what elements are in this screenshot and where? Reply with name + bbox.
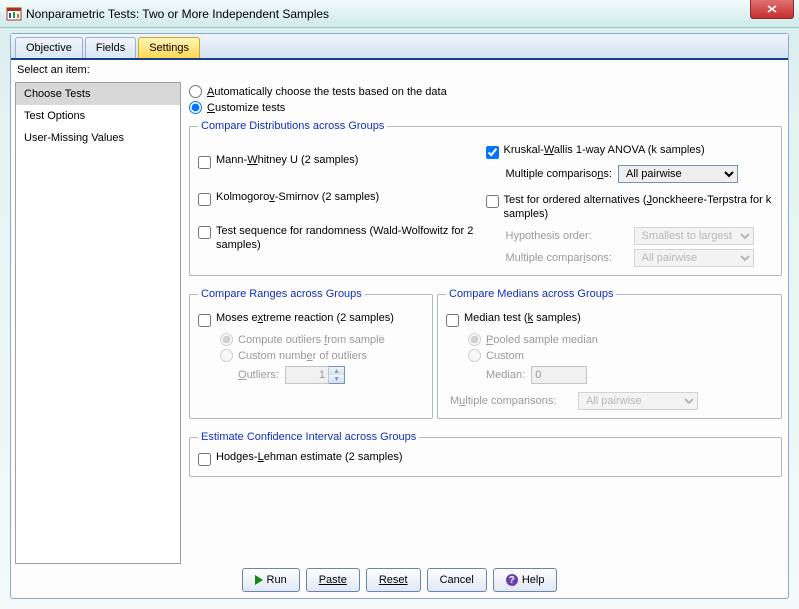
close-icon bbox=[767, 5, 777, 13]
run-button[interactable]: Run bbox=[242, 568, 300, 592]
kw-mcomp-label: Multiple comparisons: bbox=[506, 168, 612, 180]
tab-fields[interactable]: Fields bbox=[85, 37, 136, 58]
title-bar: Nonparametric Tests: Two or More Indepen… bbox=[0, 0, 799, 28]
group-compare-ranges: Compare Ranges across Groups Moses extre… bbox=[189, 288, 433, 419]
group-compare-medians-legend: Compare Medians across Groups bbox=[446, 288, 616, 300]
jt-mcomp-label: Multiple comparisons: bbox=[506, 252, 634, 264]
outliers-input bbox=[285, 366, 329, 384]
moses-custom-radio bbox=[220, 349, 233, 362]
median-custom-radio bbox=[468, 349, 481, 362]
group-compare-ranges-legend: Compare Ranges across Groups bbox=[198, 288, 365, 300]
tab-row: Objective Fields Settings bbox=[11, 34, 788, 60]
kw-mcomp-select[interactable]: All pairwise bbox=[618, 165, 738, 183]
group-compare-medians: Compare Medians across Groups Median tes… bbox=[437, 288, 782, 419]
ks-checkbox[interactable] bbox=[198, 193, 211, 206]
dialog-body: Objective Fields Settings Select an item… bbox=[10, 33, 789, 599]
jt-hyp-select: Smallest to largest bbox=[634, 227, 754, 245]
jt-hyp-label: Hypothesis order: bbox=[506, 230, 634, 242]
median-custom-label: Custom bbox=[486, 350, 524, 362]
outliers-spinner: ▲▼ bbox=[285, 366, 345, 384]
mode-auto-radio[interactable] bbox=[189, 85, 202, 98]
median-value-input bbox=[531, 366, 587, 384]
median-test-checkbox[interactable] bbox=[446, 314, 459, 327]
group-confidence-interval-legend: Estimate Confidence Interval across Grou… bbox=[198, 431, 419, 443]
moses-custom-label: Custom number of outliers bbox=[238, 350, 367, 362]
median-pooled-radio bbox=[468, 333, 481, 346]
mann-whitney-checkbox[interactable] bbox=[198, 156, 211, 169]
sidebar-item-test-options[interactable]: Test Options bbox=[16, 105, 180, 127]
tab-objective[interactable]: Objective bbox=[15, 37, 83, 58]
mode-custom-radio[interactable] bbox=[189, 101, 202, 114]
outliers-label: Outliers: bbox=[238, 369, 279, 381]
mode-auto-label: AAutomatically choose the tests based on… bbox=[207, 86, 447, 98]
median-mcomp-select: All pairwise bbox=[578, 392, 698, 410]
spinner-down-icon: ▼ bbox=[329, 375, 344, 383]
jonckheere-label: Test for ordered alternatives (Jonckheer… bbox=[504, 193, 774, 221]
moses-label: Moses extreme reaction (2 samples) bbox=[216, 312, 394, 324]
median-pooled-label: Pooled sample median bbox=[486, 334, 598, 346]
window-title: Nonparametric Tests: Two or More Indepen… bbox=[26, 7, 329, 21]
close-button[interactable] bbox=[750, 0, 794, 19]
sidebar-item-choose-tests[interactable]: Choose Tests bbox=[16, 83, 180, 105]
moses-compute-radio bbox=[220, 333, 233, 346]
hodges-lehman-label: Hodges-Lehman estimate (2 samples) bbox=[216, 451, 402, 463]
kruskal-wallis-label: Kruskal-Wallis 1-way ANOVA (k samples) bbox=[504, 144, 705, 156]
reset-button[interactable]: Reset bbox=[366, 568, 421, 592]
mann-whitney-label: Mann-Whitney U (2 samples) bbox=[216, 154, 358, 166]
sidebar-header: Select an item: bbox=[11, 60, 788, 78]
ks-label: Kolmogorov-Smirnov (2 samples) bbox=[216, 191, 379, 203]
hodges-lehman-checkbox[interactable] bbox=[198, 453, 211, 466]
cancel-button[interactable]: Cancel bbox=[427, 568, 487, 592]
button-bar: Run Paste Reset Cancel ?Help bbox=[11, 568, 788, 592]
wald-wolfowitz-label: Test sequence for randomness (Wald-Wolfo… bbox=[216, 224, 486, 252]
help-button[interactable]: ?Help bbox=[493, 568, 558, 592]
tab-settings[interactable]: Settings bbox=[138, 37, 200, 58]
group-compare-distributions-legend: Compare Distributions across Groups bbox=[198, 120, 387, 132]
main-panel: AAutomatically choose the tests based on… bbox=[187, 82, 784, 564]
spinner-up-icon: ▲ bbox=[329, 367, 344, 375]
sidebar: Choose Tests Test Options User-Missing V… bbox=[15, 82, 181, 564]
group-confidence-interval: Estimate Confidence Interval across Grou… bbox=[189, 431, 782, 477]
sidebar-item-user-missing[interactable]: User-Missing Values bbox=[16, 127, 180, 149]
median-value-label: Median: bbox=[486, 369, 525, 381]
help-icon: ? bbox=[506, 574, 518, 586]
jonckheere-checkbox[interactable] bbox=[486, 195, 499, 208]
moses-checkbox[interactable] bbox=[198, 314, 211, 327]
run-icon bbox=[255, 575, 263, 585]
paste-button[interactable]: Paste bbox=[306, 568, 360, 592]
median-mcomp-label: Multiple comparisons: bbox=[450, 395, 578, 407]
median-test-label: Median test (k samples) bbox=[464, 312, 581, 324]
group-compare-distributions: Compare Distributions across Groups Mann… bbox=[189, 120, 782, 276]
moses-compute-label: Compute outliers from sample bbox=[238, 334, 385, 346]
kruskal-wallis-checkbox[interactable] bbox=[486, 146, 499, 159]
wald-wolfowitz-checkbox[interactable] bbox=[198, 226, 211, 239]
mode-custom-label: Customize testsCustomize tests bbox=[207, 102, 285, 114]
jt-mcomp-select: All pairwise bbox=[634, 249, 754, 267]
app-icon bbox=[6, 6, 22, 22]
